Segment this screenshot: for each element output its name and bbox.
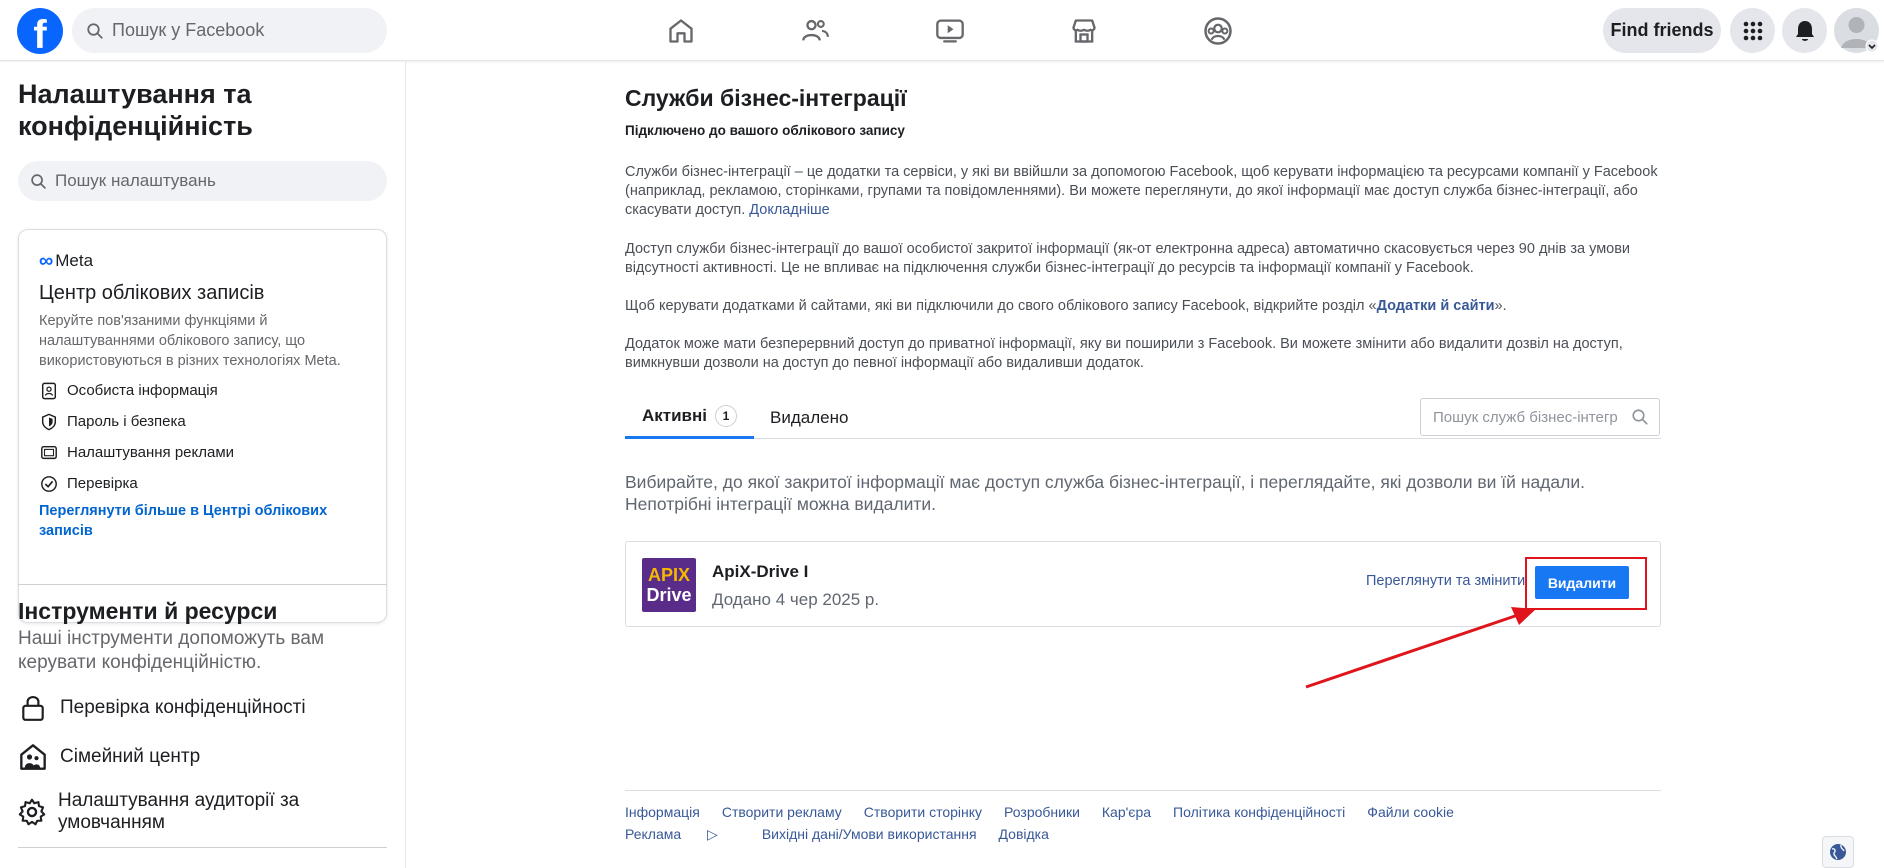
integrations-search-placeholder: Пошук служб бізнес-інтегр: [1433, 408, 1618, 426]
globe-icon[interactable]: [1822, 836, 1854, 868]
remove-button[interactable]: Видалити: [1535, 566, 1629, 599]
accounts-center-description: Керуйте пов'язаними функціями й налаштув…: [39, 313, 341, 369]
top-navigation-bar: f Пошук у Facebook Find friends: [0, 0, 1884, 61]
tab-active[interactable]: Активні 1: [625, 396, 754, 439]
accounts-center-item-password-security[interactable]: Пароль і безпека: [39, 406, 366, 437]
facebook-search-input[interactable]: Пошук у Facebook: [72, 8, 387, 53]
description-paragraph-3: Щоб керувати додатками й сайтами, які ви…: [625, 297, 1661, 316]
facebook-logo[interactable]: f: [17, 8, 63, 54]
footer-links: Інформація Створити рекламу Створити сто…: [625, 801, 1565, 845]
app-name: ApiX-Drive I: [712, 562, 809, 581]
friends-icon[interactable]: [796, 12, 834, 50]
apix-drive-logo-bottom: Drive: [646, 585, 692, 605]
apps-and-websites-link[interactable]: Додатки й сайти: [1377, 298, 1495, 314]
view-and-edit-link[interactable]: Переглянути та змінити: [1366, 573, 1525, 589]
tab-active-label: Активні: [642, 406, 708, 425]
facebook-search-placeholder: Пошук у Facebook: [112, 20, 265, 40]
family-center-item[interactable]: Сімейний центр: [18, 742, 388, 772]
accounts-center-see-more-link[interactable]: Переглянути більше в Центрі облікових за…: [39, 501, 366, 541]
meta-brand-name: Meta: [55, 251, 94, 270]
annotation-arrow: [1305, 607, 1536, 689]
apix-drive-logo-top: APIX: [647, 565, 690, 585]
meta-infinity-icon: ∞: [39, 249, 54, 272]
footer-link[interactable]: Довідка: [999, 823, 1049, 845]
footer-link[interactable]: Створити рекламу: [722, 801, 842, 823]
accounts-center-item-ad-preferences[interactable]: Налаштування реклами: [39, 437, 366, 468]
search-icon: [31, 173, 46, 189]
search-icon: [87, 22, 103, 39]
id-card-icon: [39, 381, 59, 401]
footer-link[interactable]: Вихідні дані/Умови використання: [762, 823, 977, 845]
accounts-center-item-label: Налаштування реклами: [67, 444, 235, 461]
find-friends-button[interactable]: Find friends: [1603, 8, 1721, 53]
integrations-search-input[interactable]: Пошук служб бізнес-інтегр: [1420, 398, 1660, 436]
settings-search-placeholder: Пошук налаштувань: [55, 171, 216, 190]
sidebar-title: Налаштування та конфіденційність: [18, 79, 253, 141]
facebook-logo-letter: f: [33, 13, 47, 54]
tool-item-label: Перевірка конфіденційності: [60, 697, 306, 718]
footer-link[interactable]: Розробники: [1004, 801, 1080, 823]
notifications-bell-icon[interactable]: [1782, 8, 1827, 53]
tools-section-description: Наші інструменти допоможуть вам керувати…: [18, 628, 325, 673]
integrations-intro-text: Вибирайте, до якої закритої інформації м…: [625, 472, 1585, 514]
default-audience-settings-item[interactable]: Налаштування аудиторії за умовчанням: [18, 790, 388, 834]
footer-link[interactable]: Створити сторінку: [864, 801, 982, 823]
meta-logo: ∞ Meta: [39, 250, 366, 272]
accounts-center-item-label: Пароль і безпека: [67, 413, 186, 430]
footer-link[interactable]: Інформація: [625, 801, 700, 823]
description-paragraph-1: Служби бізнес-інтеграції – це додатки та…: [625, 163, 1661, 220]
footer: Інформація Створити рекламу Створити сто…: [625, 790, 1661, 845]
description-paragraph-2: Доступ служби бізнес-інтеграції до вашої…: [625, 241, 1631, 276]
accounts-center-card: ∞ Meta Центр облікових записів Керуйте п…: [18, 229, 387, 623]
search-icon: [1632, 409, 1648, 425]
footer-link[interactable]: Реклама ▷: [625, 823, 740, 845]
sidebar-divider: [18, 847, 387, 848]
menu-grid-icon[interactable]: [1730, 8, 1775, 53]
gear-icon: [18, 797, 46, 827]
shield-icon: [39, 412, 59, 432]
tools-section-title: Інструменти й ресурси: [18, 598, 278, 624]
settings-search-input[interactable]: Пошук налаштувань: [18, 161, 387, 201]
page-subtitle: Підключено до вашого облікового запису: [625, 123, 905, 138]
accounts-center-item-verification[interactable]: Перевірка: [39, 468, 366, 499]
apix-drive-logo: APIX Drive: [642, 558, 696, 612]
home-icon[interactable]: [662, 12, 700, 50]
monitor-icon: [39, 443, 59, 463]
verified-badge-icon: [39, 474, 59, 494]
privacy-checkup-item[interactable]: Перевірка конфіденційності: [18, 693, 388, 723]
accounts-center-item-label: Особиста інформація: [67, 382, 218, 399]
footer-link[interactable]: Файли cookie: [1367, 801, 1454, 823]
description-text: Щоб керувати додатками й сайтами, які ви…: [625, 298, 1377, 314]
settings-sidebar: Налаштування та конфіденційність Пошук н…: [0, 62, 406, 868]
adchoices-icon: ▷: [703, 826, 718, 842]
learn-more-link[interactable]: Докладніше: [749, 202, 829, 218]
account-avatar-icon[interactable]: [1834, 8, 1879, 53]
marketplace-icon[interactable]: [1065, 12, 1103, 50]
accounts-center-item-personal-info[interactable]: Особиста інформація: [39, 375, 366, 406]
tool-item-label: Сімейний центр: [60, 746, 201, 767]
tool-item-label: Налаштування аудиторії за умовчанням: [58, 790, 300, 833]
footer-link-label: Реклама: [625, 826, 682, 842]
integrations-tabs: Активні 1 Видалено Пошук служб бізнес-ін…: [625, 396, 1661, 439]
tab-active-count-badge: 1: [715, 405, 738, 427]
description-paragraph-4: Додаток може мати безперервний доступ до…: [625, 336, 1623, 371]
app-added-date: Додано 4 чер 2025 р.: [712, 590, 880, 609]
tab-removed[interactable]: Видалено: [770, 396, 848, 439]
lock-icon: [18, 693, 48, 723]
sidebar-divider: [18, 584, 387, 585]
page-title: Служби бізнес-інтеграції: [625, 85, 907, 111]
groups-icon[interactable]: [1199, 12, 1237, 50]
watch-icon[interactable]: [931, 12, 969, 50]
accounts-center-item-label: Перевірка: [67, 475, 138, 492]
footer-link[interactable]: Кар'єра: [1102, 801, 1151, 823]
accounts-center-title: Центр облікових записів: [39, 282, 265, 304]
family-home-icon: [18, 742, 48, 772]
description-text: ».: [1494, 298, 1507, 314]
footer-link[interactable]: Політика конфіденційності: [1173, 801, 1345, 823]
